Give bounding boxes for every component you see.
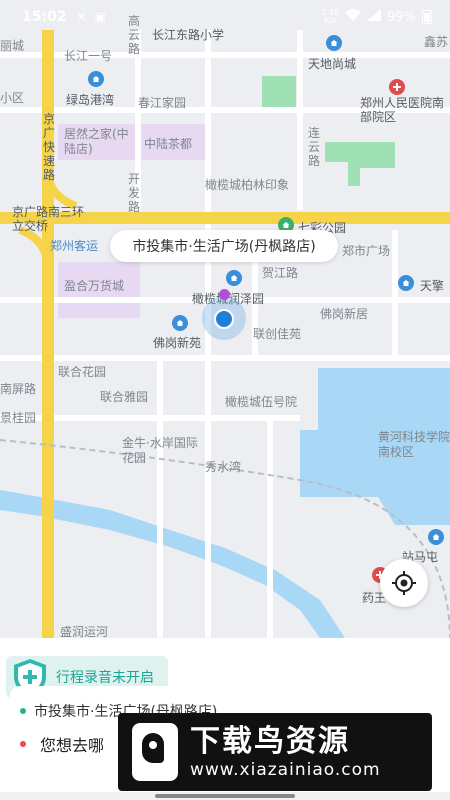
map-label-xiushui: 秀水湾 bbox=[205, 460, 242, 474]
trip-recording-label: 行程录音未开启 bbox=[56, 670, 154, 686]
map-label-xiaoqu: 小区 bbox=[0, 91, 25, 105]
poi-icon bbox=[326, 35, 342, 51]
map-label-lianhe-garden: 联合花园 bbox=[58, 365, 107, 379]
battery-percent: 99% bbox=[387, 9, 416, 25]
map-label-jingguang-expressway: 京广快速路 bbox=[42, 112, 55, 182]
watermark-text: 下载鸟资源 www.xiazainiao.com bbox=[190, 724, 381, 780]
net-speed-unit: K/s bbox=[324, 16, 337, 25]
map-label-huanghe: 黄河科技学院南校区 bbox=[378, 430, 450, 459]
poi-icon bbox=[88, 71, 104, 87]
map-label-juranzhijia: 居然之家(中陆店) bbox=[64, 127, 129, 156]
map-label-lianhe-yayuan: 联合雅园 bbox=[100, 390, 149, 404]
destination-prompt: 您想去哪 bbox=[40, 736, 105, 755]
map-label-jinniu: 金牛·水岸国际花园 bbox=[122, 436, 198, 465]
poi-icon bbox=[428, 529, 444, 545]
map-label-licheng: 丽城 bbox=[0, 39, 25, 53]
hospital-icon bbox=[389, 79, 405, 95]
origin-dot-icon bbox=[20, 708, 26, 714]
poi-icon bbox=[398, 275, 414, 291]
map-view[interactable]: 丽城 高云路 长江东路小学 长江一号 天地尚城 鑫苏 小区 绿岛港湾 春江家园 … bbox=[0, 0, 450, 638]
location-callout[interactable]: 市投集市·生活广场(丹枫路店) bbox=[110, 230, 338, 262]
current-location-dot bbox=[214, 309, 234, 329]
destination-dot-icon bbox=[20, 741, 26, 747]
map-label-fogang-garden: 佛岗新苑 bbox=[153, 336, 202, 350]
net-speed: 3.46 K/s bbox=[321, 9, 339, 25]
map-label-lianyun-road: 连云路 bbox=[307, 126, 320, 168]
home-indicator-bar bbox=[0, 792, 450, 800]
map-label-yingchun: 郑市广场 bbox=[342, 244, 391, 258]
map-label-lianchuang: 联创佳苑 bbox=[253, 327, 302, 341]
watermark-overlay: 下载鸟资源 www.xiazainiao.com bbox=[118, 713, 432, 791]
map-label-ganlan-wuhao: 橄榄城伍号院 bbox=[225, 395, 298, 409]
map-label-hejiang: 贺江路 bbox=[262, 266, 299, 280]
map-label-tiandi: 天地尚城 bbox=[308, 57, 357, 71]
map-label-jingguang-interchange: 京广路南三环立交桥 bbox=[12, 205, 85, 233]
poi-icon bbox=[172, 315, 188, 331]
map-label-xinzhou: 鑫苏 bbox=[424, 35, 449, 49]
map-label-tianqing: 天擎 bbox=[420, 279, 445, 293]
poi-icon bbox=[226, 270, 242, 286]
map-label-changjiang-no1: 长江一号 bbox=[64, 49, 113, 63]
map-label-yinghe: 盈合万货城 bbox=[64, 279, 125, 293]
map-label-kaifa-road: 开发路 bbox=[127, 172, 140, 214]
wifi-icon bbox=[345, 9, 362, 25]
map-label-coach: 郑州客运 bbox=[50, 239, 99, 253]
notification-icon: ✕ bbox=[76, 10, 87, 24]
destination-input[interactable]: 您想去哪 bbox=[20, 732, 104, 756]
signal-icon bbox=[367, 9, 382, 25]
map-label-ganlan-boulevard: 橄榄城柏林印象 bbox=[205, 178, 290, 192]
status-time: 15:02 bbox=[22, 9, 67, 25]
watermark-url: www.xiazainiao.com bbox=[190, 760, 381, 780]
bird-logo-icon bbox=[132, 723, 178, 781]
map-label-lvdao: 绿岛港湾 bbox=[66, 93, 115, 107]
map-label-nanping: 南屏路 bbox=[0, 382, 37, 396]
crosshair-icon bbox=[392, 571, 416, 595]
locate-button[interactable] bbox=[380, 559, 428, 607]
map-label-chunjiang: 春江家园 bbox=[138, 96, 187, 110]
watermark-title: 下载鸟资源 bbox=[190, 724, 350, 759]
home-handle[interactable] bbox=[155, 794, 295, 798]
image-notification-icon: ▣ bbox=[94, 10, 106, 24]
map-label-fogang-new: 佛岗新居 bbox=[320, 307, 369, 321]
map-label-hospital: 郑州人民医院南部院区 bbox=[360, 96, 445, 124]
status-bar: 15:02 ✕ ▣ 3.46 K/s 99% bbox=[0, 0, 450, 34]
battery-icon bbox=[422, 10, 432, 24]
map-label-zhonglu: 中陆茶都 bbox=[144, 137, 193, 151]
destination-pin-icon bbox=[219, 289, 230, 300]
map-label-jinggui: 景桂园 bbox=[0, 411, 37, 425]
map-label-shengrun: 盛润运河 bbox=[60, 625, 109, 638]
